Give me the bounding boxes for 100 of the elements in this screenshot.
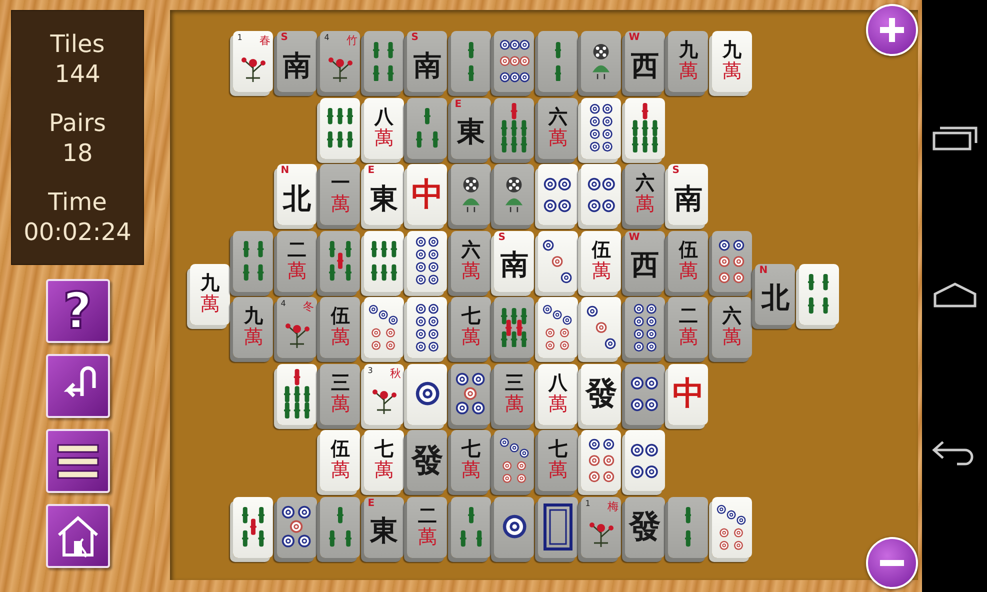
- mahjong-tile[interactable]: [276, 364, 317, 424]
- mahjong-tile[interactable]: [624, 430, 665, 491]
- mahjong-tile[interactable]: 七 萬: [538, 430, 578, 491]
- mahjong-tile[interactable]: [581, 297, 622, 358]
- mahjong-tile[interactable]: 八 萬: [364, 98, 404, 158]
- mahjong-tile[interactable]: [407, 297, 448, 358]
- mahjong-tile[interactable]: [581, 31, 622, 92]
- mahjong-tile[interactable]: [538, 230, 578, 292]
- mahjong-tile[interactable]: [233, 496, 274, 558]
- tile-suit: 萬: [330, 394, 350, 416]
- mahjong-tile[interactable]: [538, 164, 578, 225]
- mahjong-tile[interactable]: [538, 496, 578, 558]
- mahjong-tile[interactable]: W 西: [624, 230, 665, 292]
- mahjong-tile[interactable]: E 東: [364, 164, 404, 225]
- mahjong-tile[interactable]: 伍 萬: [320, 297, 360, 358]
- mahjong-tile[interactable]: [494, 496, 534, 558]
- mahjong-tile[interactable]: [450, 496, 491, 558]
- mahjong-tile[interactable]: [494, 98, 534, 158]
- mahjong-tile[interactable]: [712, 230, 752, 292]
- mahjong-tile[interactable]: [276, 496, 317, 558]
- mahjong-tile[interactable]: 伍 萬: [668, 230, 708, 292]
- zoom-out-button[interactable]: [866, 537, 918, 589]
- mahjong-tile[interactable]: [320, 98, 360, 158]
- mahjong-tile[interactable]: [407, 98, 448, 158]
- mahjong-tile[interactable]: 三 萬: [494, 364, 534, 424]
- mahjong-tile[interactable]: [798, 264, 839, 325]
- mahjong-tile[interactable]: [450, 164, 491, 225]
- mahjong-tile[interactable]: E 東: [450, 98, 491, 158]
- mahjong-tile[interactable]: [320, 230, 360, 292]
- mahjong-tile[interactable]: 1 春: [233, 31, 274, 92]
- mahjong-tile[interactable]: 二 萬: [407, 496, 448, 558]
- mahjong-tile[interactable]: [494, 31, 534, 92]
- mahjong-tile[interactable]: 4 竹: [320, 31, 360, 92]
- mahjong-tile[interactable]: S 南: [407, 31, 448, 92]
- mahjong-tile[interactable]: 六 萬: [712, 297, 752, 358]
- mahjong-tile[interactable]: 七 萬: [364, 430, 404, 491]
- home-button[interactable]: [46, 504, 110, 568]
- mahjong-tile[interactable]: [494, 297, 534, 358]
- mahjong-tile[interactable]: S 南: [668, 164, 708, 225]
- mahjong-tile[interactable]: [407, 364, 448, 424]
- home-icon[interactable]: [932, 282, 978, 308]
- mahjong-tile[interactable]: 4 冬: [276, 297, 317, 358]
- mahjong-tile[interactable]: 三 萬: [320, 364, 360, 424]
- mahjong-tile[interactable]: E 東: [364, 496, 404, 558]
- mahjong-tile[interactable]: [450, 364, 491, 424]
- mahjong-tile[interactable]: S 南: [276, 31, 317, 92]
- mahjong-tile[interactable]: [233, 230, 274, 292]
- mahjong-tile[interactable]: [624, 297, 665, 358]
- tile-glyph: 南: [674, 182, 702, 216]
- mahjong-tile[interactable]: N 北: [276, 164, 317, 225]
- mahjong-tile[interactable]: 中: [407, 164, 448, 225]
- tile-glyph: 南: [500, 249, 528, 283]
- mahjong-tile[interactable]: 二 萬: [276, 230, 317, 292]
- mahjong-tile[interactable]: 3 秋: [364, 364, 404, 424]
- mahjong-tile[interactable]: [538, 297, 578, 358]
- mahjong-tile[interactable]: W 西: [624, 31, 665, 92]
- mahjong-tile[interactable]: [668, 496, 708, 558]
- mahjong-tile[interactable]: 七 萬: [450, 297, 491, 358]
- mahjong-tile[interactable]: 伍 萬: [581, 230, 622, 292]
- mahjong-tile[interactable]: [450, 31, 491, 92]
- mahjong-tile[interactable]: 六 萬: [624, 164, 665, 225]
- mahjong-tile[interactable]: [364, 230, 404, 292]
- tile-rank: 伍: [330, 439, 350, 460]
- help-button[interactable]: ?: [46, 279, 110, 343]
- mahjong-tile[interactable]: 伍 萬: [320, 430, 360, 491]
- undo-button[interactable]: [46, 354, 110, 418]
- mahjong-tile[interactable]: 八 萬: [538, 364, 578, 424]
- mahjong-tile[interactable]: 二 萬: [668, 297, 708, 358]
- recent-apps-icon[interactable]: [932, 125, 978, 152]
- mahjong-tile[interactable]: S 南: [494, 230, 534, 292]
- mahjong-tile[interactable]: N 北: [755, 264, 796, 325]
- mahjong-tile[interactable]: 發: [624, 496, 665, 558]
- mahjong-tile[interactable]: [581, 164, 622, 225]
- mahjong-tile[interactable]: [494, 164, 534, 225]
- mahjong-tile[interactable]: 1 梅: [581, 496, 622, 558]
- mahjong-tile[interactable]: 一 萬: [320, 164, 360, 225]
- mahjong-tile[interactable]: [624, 364, 665, 424]
- mahjong-tile[interactable]: [320, 496, 360, 558]
- menu-button[interactable]: [46, 429, 110, 493]
- mahjong-tile[interactable]: [538, 31, 578, 92]
- zoom-in-button[interactable]: [866, 4, 918, 56]
- mahjong-tile[interactable]: [407, 230, 448, 292]
- mahjong-tile[interactable]: 七 萬: [450, 430, 491, 491]
- mahjong-tile[interactable]: 六 萬: [538, 98, 578, 158]
- mahjong-tile[interactable]: [581, 430, 622, 491]
- mahjong-tile[interactable]: [364, 31, 404, 92]
- mahjong-tile[interactable]: 發: [407, 430, 448, 491]
- mahjong-tile[interactable]: 六 萬: [450, 230, 491, 292]
- mahjong-tile[interactable]: 中: [668, 364, 708, 424]
- mahjong-tile[interactable]: 九 萬: [712, 31, 752, 92]
- mahjong-tile[interactable]: 九 萬: [668, 31, 708, 92]
- mahjong-tile[interactable]: [712, 496, 752, 558]
- mahjong-tile[interactable]: [364, 297, 404, 358]
- mahjong-tile[interactable]: 九 萬: [233, 297, 274, 358]
- mahjong-tile[interactable]: [494, 430, 534, 491]
- mahjong-tile[interactable]: [581, 98, 622, 158]
- mahjong-tile[interactable]: 發: [581, 364, 622, 424]
- tile-rank: 六: [548, 106, 568, 128]
- mahjong-tile[interactable]: [624, 98, 665, 158]
- mahjong-tile[interactable]: 九 萬: [190, 264, 230, 325]
